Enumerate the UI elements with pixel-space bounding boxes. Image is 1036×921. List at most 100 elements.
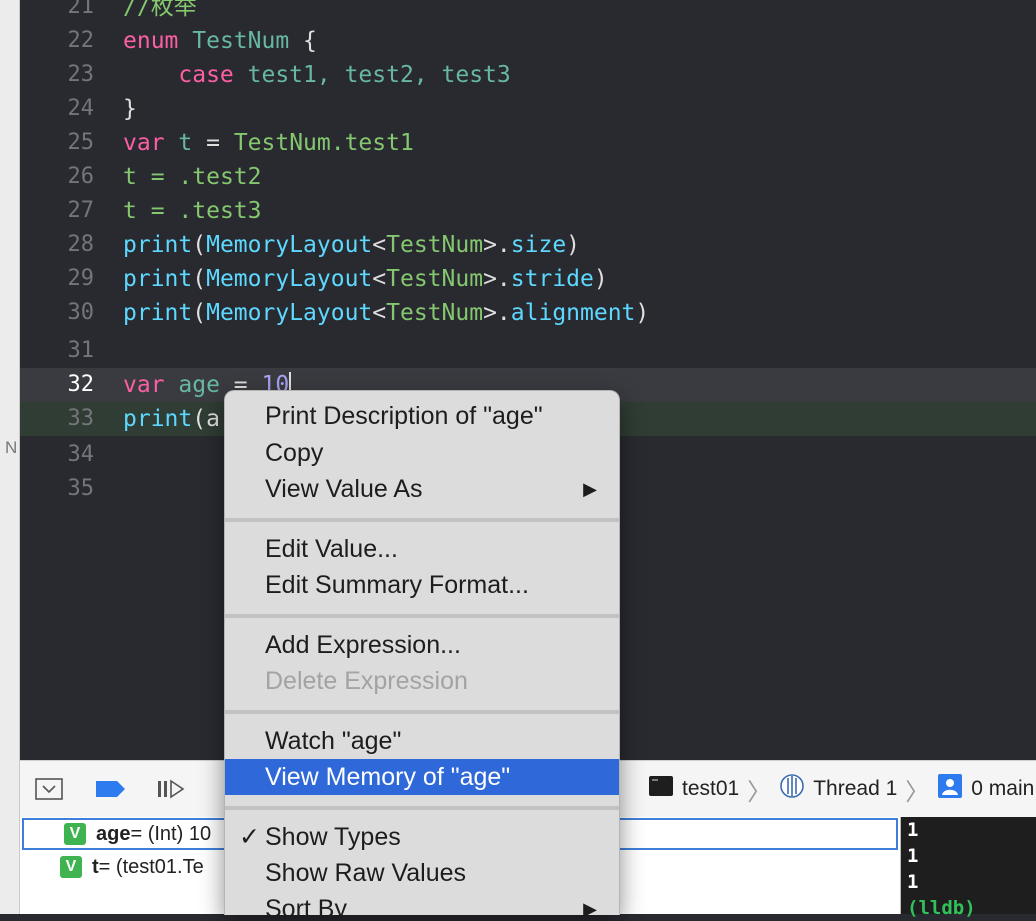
menu-separator bbox=[225, 518, 619, 522]
context-menu: Print Description of "age" Copy View Val… bbox=[224, 390, 620, 915]
line-number: 31 bbox=[67, 338, 95, 363]
navigator-edge: N bbox=[0, 0, 20, 914]
menu-item-delete-expression: Delete Expression bbox=[265, 667, 468, 695]
variable-value: = (test01.Te bbox=[98, 855, 204, 878]
keyword: case bbox=[178, 62, 234, 88]
line-number: 27 bbox=[67, 198, 95, 223]
type: TestNum bbox=[386, 232, 484, 258]
property: size bbox=[510, 232, 567, 258]
expression: TestNum.test1 bbox=[233, 130, 414, 156]
menu-item-view-value-as[interactable]: View Value As ▶ bbox=[225, 471, 619, 507]
frame-icon bbox=[937, 773, 963, 805]
code-line: 30 print(MemoryLayout<TestNum>.alignment… bbox=[20, 296, 1036, 330]
line-number: 35 bbox=[67, 476, 95, 501]
variable-badge: V bbox=[64, 823, 86, 845]
console-line: 1 bbox=[907, 845, 919, 867]
continue-icon[interactable] bbox=[154, 775, 188, 803]
variable: age bbox=[178, 372, 220, 398]
breadcrumb: test01 〉 Thread 1 〉 0 main bbox=[648, 761, 1034, 817]
console-line: 1 bbox=[907, 871, 919, 893]
variable-value: = (Int) 10 bbox=[130, 822, 212, 845]
code-line: 28 print(MemoryLayout<TestNum>.size) bbox=[20, 228, 1036, 262]
breadcrumb-frame[interactable]: 0 main bbox=[971, 777, 1034, 801]
line-number: 25 bbox=[67, 130, 95, 155]
function: print bbox=[123, 266, 193, 292]
menu-item-print-description[interactable]: Print Description of "age" bbox=[225, 398, 619, 434]
type-name: TestNum bbox=[192, 28, 290, 54]
terminal-icon bbox=[648, 775, 674, 803]
menu-item-show-types[interactable]: ✓ Show Types bbox=[225, 819, 619, 855]
menu-item-edit-summary-format[interactable]: Edit Summary Format... bbox=[225, 567, 619, 603]
line-number: 22 bbox=[67, 28, 95, 53]
expression: = .test3 bbox=[136, 198, 262, 224]
punctuation: { bbox=[289, 28, 317, 54]
property: stride bbox=[510, 266, 594, 292]
keyword: var bbox=[123, 372, 165, 398]
submenu-arrow-icon: ▶ bbox=[583, 899, 597, 915]
code-line: 27 t = .test3 bbox=[20, 194, 1036, 228]
breadcrumb-separator: 〉 bbox=[905, 778, 930, 806]
line-number: 34 bbox=[67, 442, 95, 467]
code-line: 29 print(MemoryLayout<TestNum>.stride) bbox=[20, 262, 1036, 296]
function: print bbox=[123, 300, 193, 326]
operator: = bbox=[192, 130, 234, 156]
variable: t bbox=[178, 130, 193, 156]
function: print bbox=[123, 232, 193, 258]
code-line: 23 case test1, test2, test3 bbox=[20, 58, 1036, 92]
line-number: 23 bbox=[67, 62, 95, 87]
enum-cases: test1, test2, test3 bbox=[247, 62, 511, 88]
type: TestNum bbox=[386, 266, 484, 292]
breakpoints-toggle-icon[interactable] bbox=[94, 775, 128, 803]
submenu-arrow-icon: ▶ bbox=[583, 479, 597, 499]
menu-item-watch[interactable]: Watch "age" bbox=[225, 723, 619, 759]
line-number: 29 bbox=[67, 266, 95, 291]
function: print bbox=[123, 406, 193, 432]
menu-item-edit-value[interactable]: Edit Value... bbox=[225, 531, 619, 567]
menu-item-sort-by[interactable]: Sort By ▶ bbox=[225, 891, 619, 915]
variable: t bbox=[123, 198, 137, 224]
expression: = .test2 bbox=[136, 164, 262, 190]
line-number: 28 bbox=[67, 232, 95, 257]
checkmark-icon: ✓ bbox=[239, 823, 260, 851]
type: MemoryLayout bbox=[206, 266, 373, 292]
comment: //枚举 bbox=[123, 0, 197, 20]
punctuation: } bbox=[123, 96, 137, 122]
menu-item-show-raw-values[interactable]: Show Raw Values bbox=[225, 855, 619, 891]
line-number: 24 bbox=[67, 96, 95, 121]
type: MemoryLayout bbox=[206, 232, 373, 258]
code-line: 24 } bbox=[20, 92, 1036, 126]
line-number: 26 bbox=[67, 164, 95, 189]
hide-debug-area-icon[interactable] bbox=[34, 775, 64, 803]
code-line: 21 //枚举 bbox=[20, 0, 1036, 24]
code-line: 26 t = .test2 bbox=[20, 160, 1036, 194]
console-prompt: (lldb) bbox=[907, 897, 976, 919]
menu-item-copy[interactable]: Copy bbox=[225, 435, 619, 471]
type: TestNum bbox=[386, 300, 484, 326]
breadcrumb-separator: 〉 bbox=[747, 778, 772, 806]
keyword: enum bbox=[123, 28, 179, 54]
menu-separator bbox=[225, 806, 619, 810]
variable-name: age bbox=[96, 822, 131, 845]
code-line: 22 enum TestNum { bbox=[20, 24, 1036, 58]
code-line: 31 bbox=[20, 334, 1036, 368]
line-number: 32 bbox=[67, 372, 95, 397]
variable: t bbox=[123, 164, 137, 190]
keyword: var bbox=[123, 130, 165, 156]
code-line: 25 var t = TestNum.test1 bbox=[20, 126, 1036, 160]
line-number: 30 bbox=[67, 300, 95, 325]
breadcrumb-target[interactable]: test01 bbox=[682, 777, 739, 801]
menu-item-add-expression[interactable]: Add Expression... bbox=[225, 627, 619, 663]
menu-separator bbox=[225, 614, 619, 618]
variable-badge: V bbox=[60, 856, 82, 878]
console-output[interactable]: 1 1 1 (lldb) bbox=[900, 817, 1036, 919]
breadcrumb-thread[interactable]: Thread 1 bbox=[813, 777, 897, 801]
line-number: 33 bbox=[67, 406, 95, 431]
type: MemoryLayout bbox=[206, 300, 373, 326]
thread-icon bbox=[779, 773, 805, 805]
line-number: 21 bbox=[67, 0, 95, 19]
console-line: 1 bbox=[907, 819, 919, 841]
menu-item-view-memory[interactable]: View Memory of "age" bbox=[225, 759, 619, 795]
property: alignment bbox=[510, 300, 636, 326]
menu-separator bbox=[225, 710, 619, 714]
expression: (a bbox=[192, 406, 220, 432]
